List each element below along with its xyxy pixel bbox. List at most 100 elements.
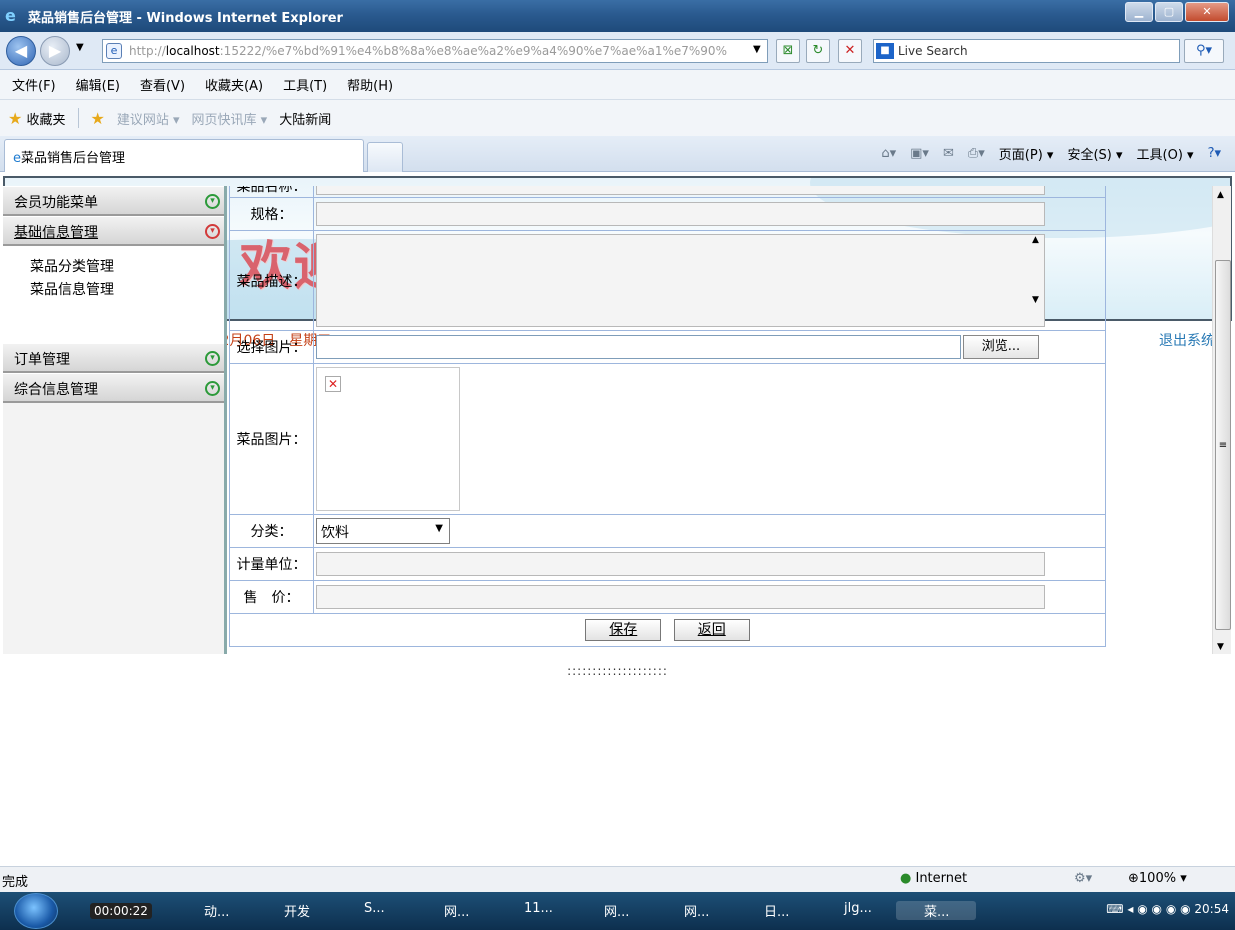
sidebar-group-basic-info[interactable]: 基础信息管理 ▾ (3, 216, 224, 246)
browse-button[interactable]: 浏览... (963, 335, 1039, 359)
clock[interactable]: 20:54 (1194, 902, 1229, 916)
task-item[interactable]: 日... (736, 901, 816, 920)
feeds-icon[interactable]: ▣▾ (910, 146, 929, 161)
url-path: :15222/%e7%bd%91%e4%b8%8a%e8%ae%a2%e9%a4… (219, 44, 727, 58)
expand-icon[interactable]: ▾ (205, 194, 220, 209)
window-title: 菜品销售后台管理 - Windows Internet Explorer (28, 11, 343, 26)
collapse-icon[interactable]: ▾ (205, 224, 220, 239)
print-icon[interactable]: ⎙▾ (968, 146, 985, 161)
new-tab-button[interactable] (367, 142, 403, 172)
security-zone: ● Internet (900, 871, 967, 886)
start-button[interactable] (14, 893, 58, 929)
status-text: 完成 (2, 875, 29, 890)
search-go-icon[interactable]: ⚲▾ (1184, 39, 1224, 63)
live-search-logo-icon: ■ (876, 43, 894, 59)
spec-input[interactable] (316, 202, 1045, 226)
field-label: 选择图片： (229, 330, 314, 364)
tray-icons[interactable]: ⌨ ◂ ◉ ◉ ◉ ◉ (1106, 902, 1194, 916)
window-titlebar: e 菜品销售后台管理 - Windows Internet Explorer ▁… (0, 0, 1235, 32)
zoom-level[interactable]: ⊕100% ▾ (1128, 871, 1187, 886)
scrollbar-thumb[interactable]: ≡ (1215, 260, 1231, 630)
dish-image-preview: ✕ (316, 367, 460, 511)
field-label: 菜品图片： (229, 363, 314, 515)
price-input[interactable] (316, 585, 1045, 609)
task-list: 动... 开发 S... 网... 11... 网... 网... 日... j… (176, 901, 976, 920)
scroll-down-icon[interactable]: ▼ (1217, 642, 1224, 652)
category-select[interactable]: 饮料 ▼ (316, 518, 450, 544)
menu-favorites[interactable]: 收藏夹(A) (205, 75, 263, 94)
field-label: 菜品名称： (229, 186, 314, 198)
menu-help[interactable]: 帮助(H) (347, 75, 393, 94)
fav-item-suggested-sites[interactable]: 建议网站 ▾ (117, 109, 180, 128)
sidebar-group-body: 菜品分类管理 菜品信息管理 (3, 246, 224, 343)
form-area: 菜品名称： 规格： 菜品描述： ▲ ▼ 选择图片： 浏览... 菜品图片： ✕ 分… (224, 186, 1212, 654)
tab-active[interactable]: e菜品销售后台管理 (4, 139, 364, 172)
file-path-input[interactable] (316, 335, 961, 359)
task-item[interactable]: 开发 (256, 901, 336, 920)
add-favorite-icon[interactable]: ★ (91, 109, 105, 128)
task-item[interactable]: 网... (416, 901, 496, 920)
task-item-active[interactable]: 菜... (896, 901, 976, 920)
menu-edit[interactable]: 编辑(E) (76, 75, 120, 94)
menu-file[interactable]: 文件(F) (12, 75, 56, 94)
recording-timer: 00:00:22 (90, 903, 152, 919)
back-button[interactable]: ◀ (6, 36, 36, 66)
cmd-safety[interactable]: 安全(S) ▾ (1067, 144, 1122, 163)
save-button[interactable]: 保存 (585, 619, 662, 641)
task-item[interactable]: 网... (656, 901, 736, 920)
expand-icon[interactable]: ▾ (205, 381, 220, 396)
back-button[interactable]: 返回 (673, 619, 750, 641)
menu-bar: 文件(F) 编辑(E) 查看(V) 收藏夹(A) 工具(T) 帮助(H) (0, 70, 1235, 100)
textarea-scrollbar[interactable]: ▲ ▼ (1027, 235, 1044, 326)
compat-view-icon[interactable]: ⊠ (776, 39, 800, 63)
favorites-bar: ★ 收藏夹 ★ 建议网站 ▾ 网页快讯库 ▾ 大陆新闻 (0, 100, 1235, 136)
frame-splitter[interactable]: :::::::::::::::::::: (0, 664, 1235, 678)
sidebar-group-orders[interactable]: 订单管理 ▾ (3, 343, 224, 373)
history-dropdown-icon[interactable]: ▼ (76, 42, 84, 53)
menu-tools[interactable]: 工具(T) (283, 75, 327, 94)
refresh-icon[interactable]: ↻ (806, 39, 830, 63)
mail-icon[interactable]: ✉ (943, 146, 954, 161)
sidebar-group-general[interactable]: 综合信息管理 ▾ (3, 373, 224, 403)
home-icon[interactable]: ⌂▾ (881, 146, 896, 161)
address-dropdown-icon[interactable]: ▼ (753, 44, 761, 55)
sidebar-group-label: 会员功能菜单 (14, 195, 98, 211)
page-scrollbar[interactable]: ▲ ≡ ▼ (1212, 186, 1231, 654)
task-item[interactable]: jlg... (816, 901, 896, 920)
sidebar-item-category[interactable]: 菜品分类管理 (30, 256, 224, 279)
dish-name-input[interactable] (316, 186, 1045, 195)
taskbar: 00:00:22 动... 开发 S... 网... 11... 网... 网.… (0, 892, 1235, 930)
fav-item-web-slice-gallery[interactable]: 网页快讯库 ▾ (192, 109, 268, 128)
cmd-page[interactable]: 页面(P) ▾ (999, 144, 1054, 163)
sidebar-group-label: 基础信息管理 (14, 225, 98, 241)
task-item[interactable]: 11... (496, 901, 576, 920)
stop-icon[interactable]: ✕ (838, 39, 862, 63)
menu-view[interactable]: 查看(V) (140, 75, 185, 94)
unit-input[interactable] (316, 552, 1045, 576)
address-input[interactable]: http://localhost:15222/%e7%bd%91%e4%b8%8… (102, 39, 768, 63)
fav-item-news[interactable]: 大陆新闻 (279, 109, 331, 128)
forward-button[interactable]: ▶ (40, 36, 70, 66)
help-icon[interactable]: ?▾ (1208, 146, 1221, 161)
minimize-button[interactable]: ▁ (1125, 2, 1153, 22)
search-input[interactable]: Live Search (873, 39, 1180, 63)
task-item[interactable]: 网... (576, 901, 656, 920)
status-bar: 完成 ● Internet ⚙▾ ⊕100% ▾ (0, 866, 1235, 892)
chevron-down-icon: ▼ (435, 523, 443, 534)
sidebar-group-label: 综合信息管理 (14, 382, 98, 398)
sidebar: 会员功能菜单 ▾ 基础信息管理 ▾ 菜品分类管理 菜品信息管理 订单管理 ▾ 综… (3, 186, 224, 654)
maximize-button[interactable]: ▢ (1155, 2, 1183, 22)
favorites-button[interactable]: ★ 收藏夹 (8, 109, 66, 128)
scroll-up-icon[interactable]: ▲ (1217, 190, 1224, 200)
task-item[interactable]: 动... (176, 901, 256, 920)
close-button[interactable]: ✕ (1185, 2, 1229, 22)
cmd-tools[interactable]: 工具(O) ▾ (1137, 144, 1194, 163)
window-controls: ▁ ▢ ✕ (1125, 2, 1229, 22)
task-item[interactable]: S... (336, 901, 416, 920)
expand-icon[interactable]: ▾ (205, 351, 220, 366)
sidebar-group-member[interactable]: 会员功能菜单 ▾ (3, 186, 224, 216)
field-label: 规格： (229, 197, 314, 231)
protected-mode-icon[interactable]: ⚙▾ (1074, 871, 1092, 886)
sidebar-item-dish-info[interactable]: 菜品信息管理 (30, 279, 224, 302)
description-textarea[interactable]: ▲ ▼ (316, 234, 1045, 327)
